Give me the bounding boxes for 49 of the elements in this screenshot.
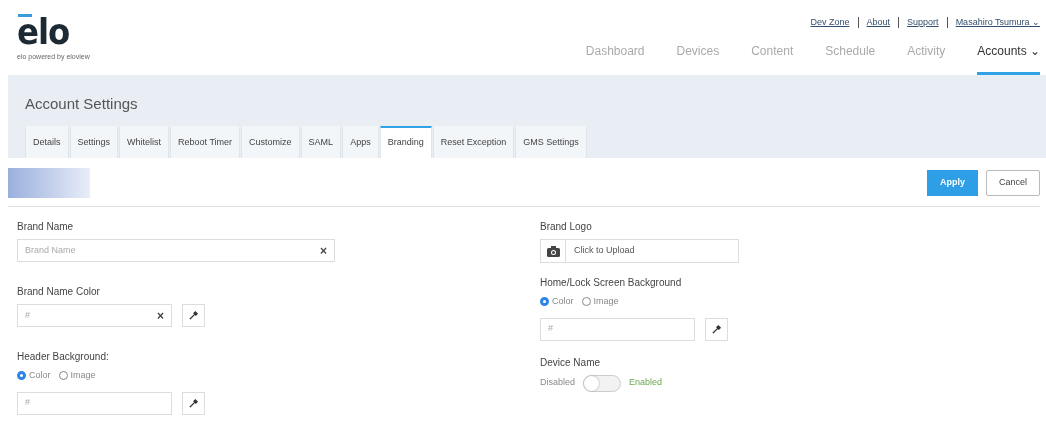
camera-icon xyxy=(546,245,560,257)
eyedropper-button[interactable] xyxy=(182,391,205,415)
on-label: Enabled xyxy=(629,376,663,390)
field-label: Home/Lock Screen Background xyxy=(540,276,683,290)
upload-field[interactable]: Click to Upload xyxy=(540,239,739,263)
off-label: Disabled xyxy=(540,376,576,390)
page-title: Account Settings xyxy=(25,94,139,114)
pen-icon xyxy=(188,310,199,321)
tab[interactable]: SAML xyxy=(300,125,342,158)
tab[interactable]: Settings xyxy=(69,125,119,158)
toggle-switch[interactable] xyxy=(583,374,622,392)
upload-placeholder: Click to Upload xyxy=(573,244,635,258)
top-link[interactable]: About xyxy=(866,16,891,30)
radio-label: Image xyxy=(70,369,96,382)
eyedropper-button[interactable] xyxy=(705,317,728,341)
tab[interactable]: Customize xyxy=(241,125,300,158)
clear-button[interactable]: × xyxy=(320,241,327,260)
radio-label: Color xyxy=(29,369,51,382)
input-field[interactable]: # × xyxy=(17,304,172,327)
clear-button[interactable]: × xyxy=(157,306,164,325)
field-label: Device Name xyxy=(540,355,602,370)
field-label: Brand Name Color xyxy=(17,285,101,299)
tab[interactable]: Apps xyxy=(342,125,379,158)
field-label: Brand Name xyxy=(17,220,75,234)
tab[interactable]: Details xyxy=(25,125,69,158)
input-field[interactable]: Brand Name × xyxy=(17,239,335,262)
top-link[interactable]: Support xyxy=(907,16,939,30)
radio-label: Image xyxy=(593,295,619,308)
tab[interactable]: Branding xyxy=(379,125,432,158)
tab[interactable]: Whitelist xyxy=(119,125,170,158)
tab[interactable]: GMS Settings xyxy=(515,125,587,158)
placeholder-text: # xyxy=(25,396,30,410)
radio-label: Color xyxy=(552,295,574,308)
eyedropper-button[interactable] xyxy=(182,304,205,327)
placeholder-text: # xyxy=(25,308,30,322)
tab[interactable]: Reboot Timer xyxy=(170,125,241,158)
field-label: Header Background: xyxy=(17,350,110,364)
tab[interactable]: Reset Exception xyxy=(432,125,515,158)
logo-wordmark: elo xyxy=(17,14,70,50)
pen-icon xyxy=(188,397,199,409)
cancel-button[interactable]: Cancel xyxy=(986,170,1040,196)
radio-button[interactable] xyxy=(540,297,549,307)
user-menu[interactable]: Masahiro Tsumura ⌄ xyxy=(955,16,1040,30)
placeholder-text: # xyxy=(548,322,553,336)
field-label: Brand Logo xyxy=(540,220,593,234)
top-link[interactable]: Dev Zone xyxy=(810,16,850,30)
placeholder-text: Brand Name xyxy=(25,243,76,257)
pen-icon xyxy=(711,323,722,335)
radio-button[interactable] xyxy=(17,371,26,381)
